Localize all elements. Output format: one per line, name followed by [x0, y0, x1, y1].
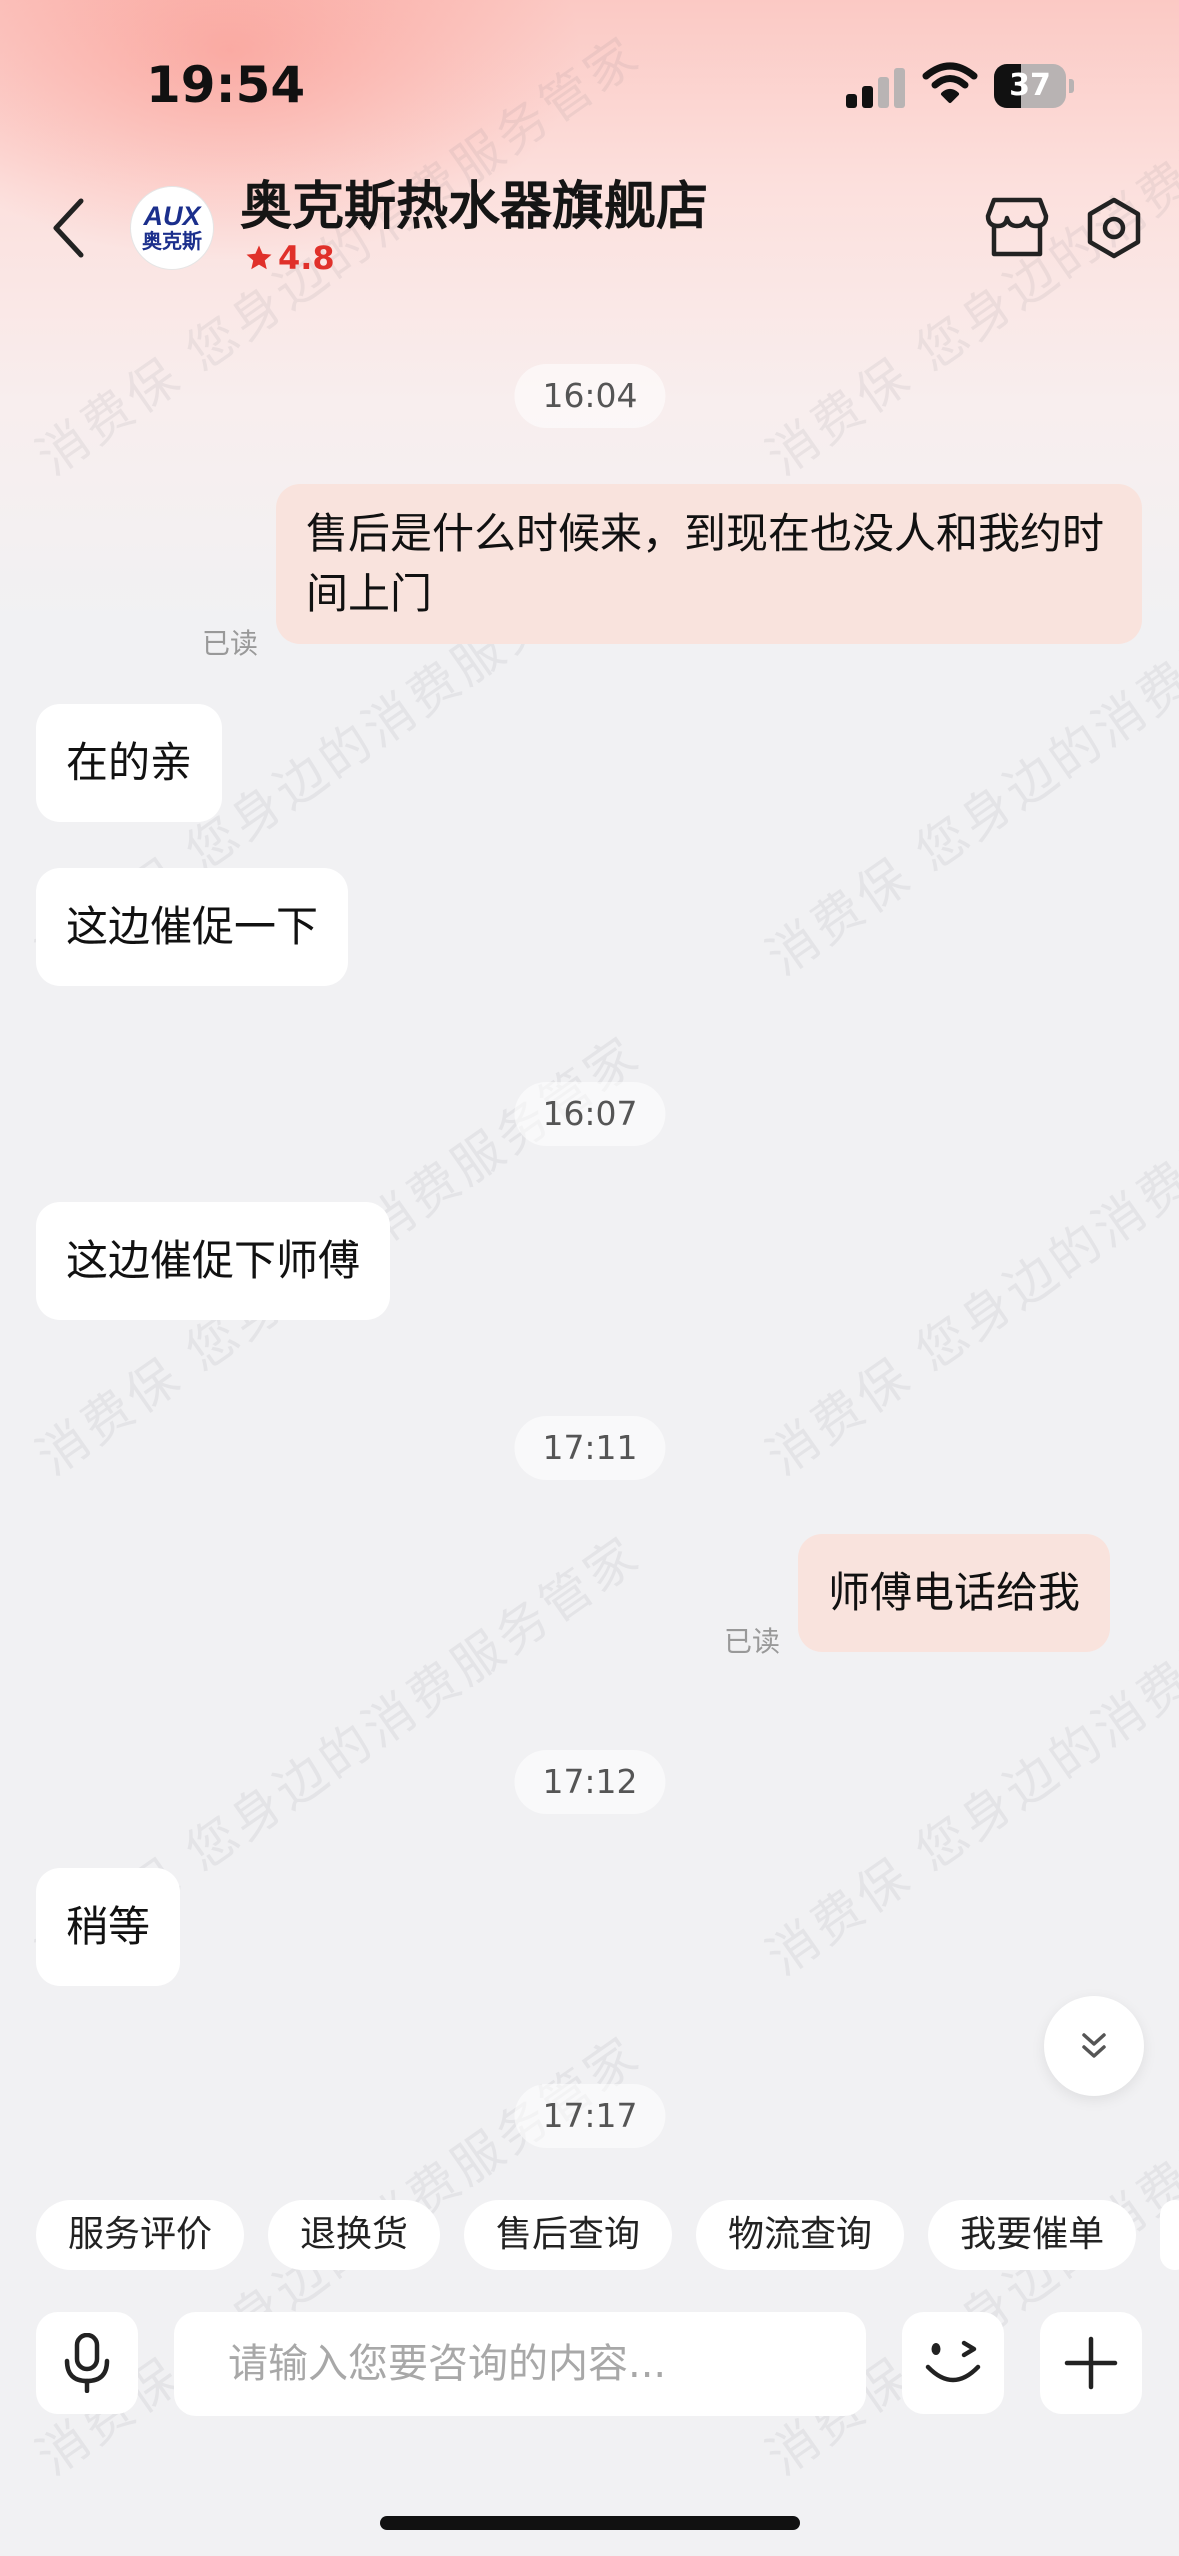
- received-message[interactable]: 这边催促一下: [36, 868, 349, 986]
- plus-icon: [1064, 2336, 1118, 2390]
- settings-icon[interactable]: [1082, 196, 1146, 260]
- double-chevron-down-icon: [1082, 2033, 1106, 2058]
- scroll-to-bottom-button[interactable]: [1044, 1996, 1144, 2096]
- logo-text: AUX: [143, 201, 201, 231]
- sent-message[interactable]: 售后是什么时候来，到现在也没人和我约时间上门: [276, 484, 1142, 644]
- received-message[interactable]: 这边催促下师傅: [36, 1202, 391, 1320]
- store-rating: 4.8: [244, 238, 335, 278]
- timestamp: 17:17: [514, 2084, 666, 2148]
- quick-reply-logistics[interactable]: 物流查询: [696, 2200, 905, 2270]
- back-button[interactable]: [40, 190, 96, 266]
- status-time: 19:54: [146, 56, 306, 114]
- watermark-text: 消费保 您身边的消费服务管家: [756, 1024, 1179, 1487]
- store-avatar[interactable]: AUX 奥克斯: [130, 186, 214, 270]
- timestamp: 16:04: [514, 364, 666, 428]
- microphone-icon: [64, 2333, 110, 2393]
- logo-cn-text: 奥克斯: [142, 229, 202, 253]
- home-indicator: [380, 2516, 800, 2530]
- timestamp: 16:07: [514, 1082, 666, 1146]
- wifi-icon: [922, 62, 978, 103]
- quick-reply-after-sales[interactable]: 售后查询: [464, 2200, 673, 2270]
- cellular-signal-icon: [846, 66, 906, 108]
- timestamp: 17:12: [514, 1750, 666, 1814]
- quick-reply-more[interactable]: [1160, 2200, 1179, 2270]
- emoji-button[interactable]: [902, 2312, 1004, 2414]
- battery-icon: 37: [994, 64, 1074, 108]
- quick-reply-return-exchange[interactable]: 退换货: [268, 2200, 441, 2270]
- read-receipt: 已读: [724, 1625, 781, 1658]
- store-name[interactable]: 奥克斯热水器旗舰店: [240, 164, 708, 239]
- received-message[interactable]: 在的亲: [36, 704, 223, 822]
- sent-message[interactable]: 师傅电话给我: [798, 1534, 1111, 1652]
- rating-value: 4.8: [278, 239, 335, 277]
- star-icon: [246, 245, 272, 270]
- voice-input-button[interactable]: [36, 2312, 138, 2414]
- timestamp: 17:11: [514, 1416, 666, 1480]
- quick-reply-urge-order[interactable]: 我要催单: [928, 2200, 1137, 2270]
- message-input[interactable]: [174, 2312, 866, 2416]
- quick-reply-bar: 服务评价 退换货 售后查询 物流查询 我要催单: [36, 2200, 1179, 2270]
- read-receipt: 已读: [202, 627, 259, 660]
- quick-reply-service-review[interactable]: 服务评价: [36, 2200, 245, 2270]
- received-message[interactable]: 稍等: [36, 1868, 181, 1986]
- back-chevron-icon: [53, 198, 84, 258]
- storefront-icon[interactable]: [984, 196, 1050, 260]
- wink-emoji-icon: [925, 2340, 981, 2383]
- more-actions-button[interactable]: [1040, 2312, 1142, 2414]
- battery-level: 37: [1009, 68, 1051, 103]
